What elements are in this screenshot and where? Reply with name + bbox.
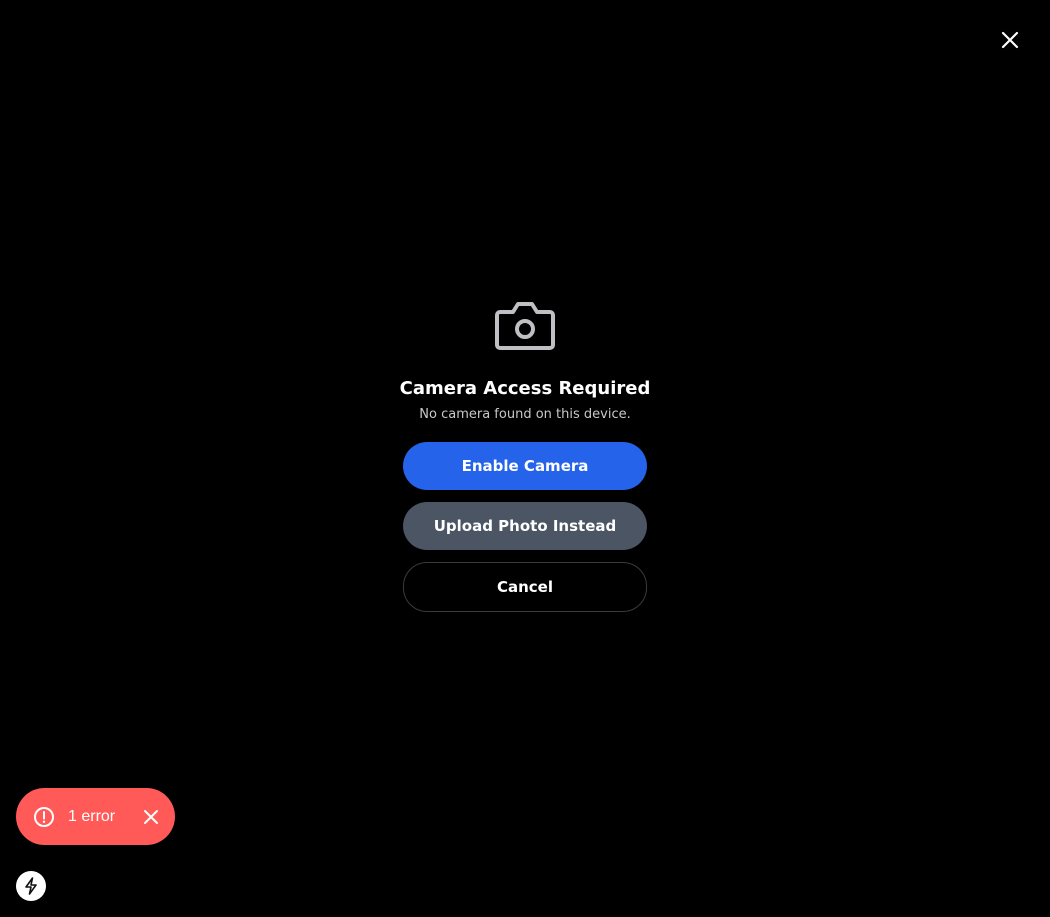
dismiss-error-button[interactable] bbox=[139, 805, 163, 829]
camera-access-dialog: Camera Access Required No camera found o… bbox=[400, 300, 650, 612]
camera-icon bbox=[495, 302, 555, 350]
error-indicator[interactable]: 1 error bbox=[16, 788, 175, 845]
camera-permission-screen: Camera Access Required No camera found o… bbox=[0, 0, 1050, 917]
close-icon bbox=[1001, 31, 1019, 49]
close-icon bbox=[144, 809, 159, 824]
dialog-message: No camera found on this device. bbox=[419, 407, 631, 422]
dialog-title: Camera Access Required bbox=[399, 378, 651, 399]
upload-photo-button[interactable]: Upload Photo Instead bbox=[403, 502, 647, 550]
cancel-button[interactable]: Cancel bbox=[403, 562, 647, 612]
alert-circle-icon bbox=[32, 805, 56, 829]
close-button[interactable] bbox=[994, 24, 1026, 56]
error-count-label: 1 error bbox=[68, 807, 116, 825]
dev-tools-badge[interactable] bbox=[16, 871, 46, 901]
lightning-bolt-icon bbox=[25, 877, 37, 895]
enable-camera-button[interactable]: Enable Camera bbox=[403, 442, 647, 490]
